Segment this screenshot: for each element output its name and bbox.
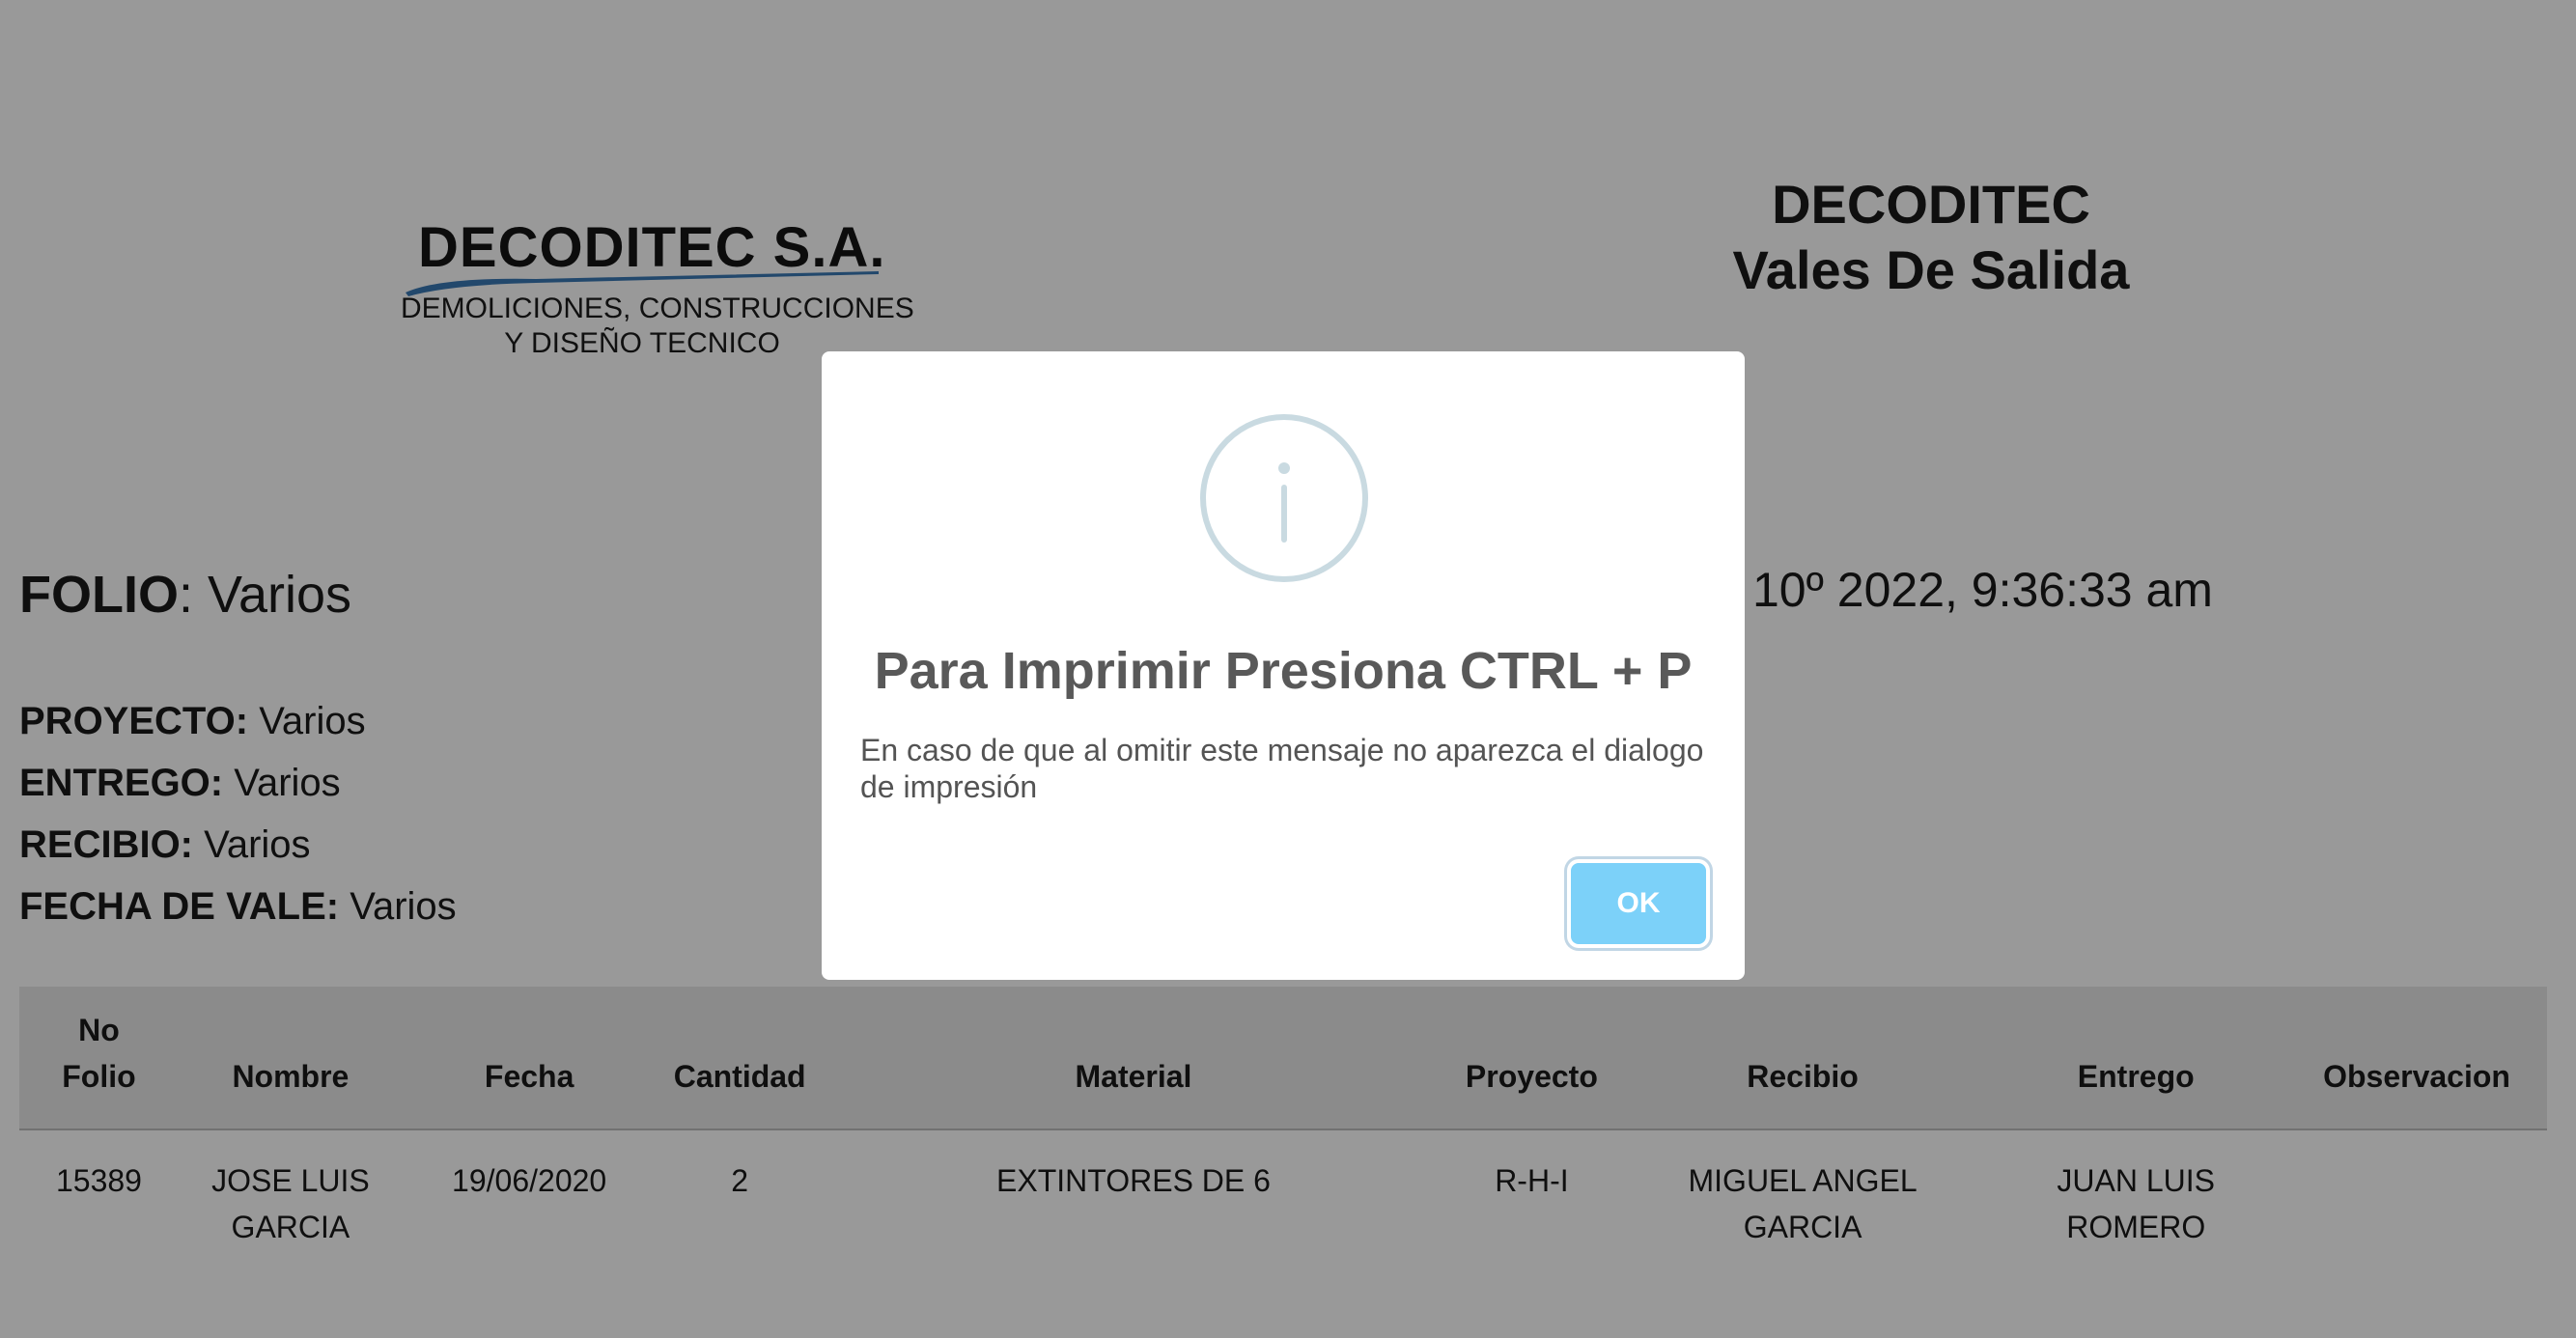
- dialog-message: En caso de que al omitir este mensaje no…: [860, 733, 1704, 804]
- print-alert-dialog: Para Imprimir Presiona CTRL + P En caso …: [822, 351, 1745, 980]
- dialog-title: Para Imprimir Presiona CTRL + P: [874, 642, 1693, 700]
- info-icon: [1200, 414, 1368, 582]
- ok-button[interactable]: OK: [1571, 863, 1706, 944]
